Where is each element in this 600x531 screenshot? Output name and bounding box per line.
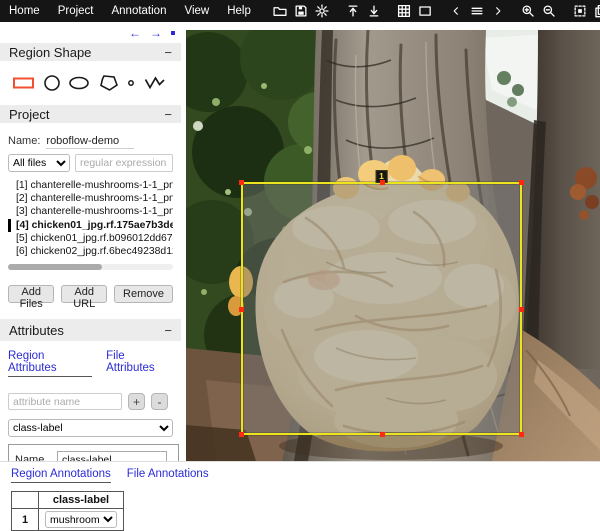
prev-image-arrow-icon[interactable]: ← <box>129 27 141 39</box>
image-grid-icon[interactable] <box>396 3 412 19</box>
region-handle-top-right[interactable] <box>519 180 524 185</box>
region-handle-bottom-right[interactable] <box>519 432 524 437</box>
table-index-header <box>12 492 39 509</box>
menu-annotation[interactable]: Annotation <box>102 5 175 17</box>
menu-home[interactable]: Home <box>0 5 49 17</box>
region-annotations-table: class-label 1 mushroom <box>11 491 124 531</box>
zoom-in-icon[interactable] <box>520 3 536 19</box>
file-list-item[interactable]: [3] chanterelle-mushrooms-1-1_png.rf.df7… <box>8 205 173 218</box>
region-shape-header[interactable]: Region Shape − <box>0 43 181 61</box>
shape-toolbar <box>0 61 181 105</box>
collapse-project-icon[interactable]: − <box>164 107 172 122</box>
next-image-icon[interactable] <box>490 3 506 19</box>
image-nav-row: ← → <box>0 22 181 43</box>
regex-filter-input[interactable] <box>75 154 173 172</box>
copy-regions-icon[interactable] <box>593 3 600 19</box>
file-list-hscrollbar[interactable] <box>8 264 173 270</box>
region-handle-middle-left[interactable] <box>239 307 244 312</box>
menu-help[interactable]: Help <box>218 5 260 17</box>
save-project-icon[interactable] <box>293 3 309 19</box>
rectangle-shape-icon[interactable] <box>12 74 36 92</box>
menu-bar: Home Project Annotation View Help <box>0 0 600 22</box>
tab-file-attributes[interactable]: File Attributes <box>106 350 173 377</box>
next-image-arrow-icon[interactable]: → <box>150 27 162 39</box>
region-handle-bottom-middle[interactable] <box>380 432 385 437</box>
nav-dot-icon <box>171 31 175 35</box>
tab-file-annotations[interactable]: File Annotations <box>127 468 209 483</box>
prev-image-icon[interactable] <box>448 3 464 19</box>
tab-region-annotations[interactable]: Region Annotations <box>11 468 111 483</box>
file-list-item[interactable]: [1] chanterelle-mushrooms-1-1_png.rf.2ae… <box>8 179 173 192</box>
project-name-value[interactable]: roboflow-demo <box>46 135 134 149</box>
region-shape-title: Region Shape <box>9 45 91 60</box>
attribute-name-label: Name <box>15 454 57 462</box>
select-all-regions-icon[interactable] <box>572 3 588 19</box>
add-attribute-button[interactable]: + <box>128 393 145 410</box>
top-toolbar <box>270 3 600 19</box>
left-sidebar: ← → Region Shape − Project − Name: robof… <box>0 22 181 461</box>
polyline-shape-icon[interactable] <box>143 74 167 92</box>
circle-shape-icon[interactable] <box>43 74 61 92</box>
point-shape-icon[interactable] <box>126 74 136 92</box>
collapse-attributes-icon[interactable]: − <box>164 323 172 338</box>
project-header[interactable]: Project − <box>0 105 181 123</box>
add-files-button[interactable]: Add Files <box>8 285 54 303</box>
file-list-item[interactable]: [5] chicken01_jpg.rf.b096012dd6734ed5e62 <box>8 232 173 245</box>
file-list-item[interactable]: [2] chanterelle-mushrooms-1-1_png.rf.357… <box>8 192 173 205</box>
ellipse-shape-icon[interactable] <box>68 74 90 92</box>
table-row: 1 mushroom <box>12 509 124 531</box>
file-list-item[interactable]: [6] chicken02_jpg.rf.6bec49238d12b0cf3d0… <box>8 245 173 258</box>
attributes-title: Attributes <box>9 323 64 338</box>
tab-region-attributes[interactable]: Region Attributes <box>8 350 92 377</box>
zoom-out-icon[interactable] <box>541 3 557 19</box>
table-class-label-header: class-label <box>39 492 124 509</box>
attributes-header[interactable]: Attributes − <box>0 319 181 341</box>
main-menu: Home Project Annotation View Help <box>0 5 260 17</box>
region-handle-top-middle[interactable] <box>380 180 385 185</box>
delete-attribute-button[interactable]: - <box>151 393 168 410</box>
region-row-index: 1 <box>12 509 39 531</box>
polygon-shape-icon[interactable] <box>97 73 119 93</box>
add-url-button[interactable]: Add URL <box>61 285 107 303</box>
project-name-label: Name: <box>8 135 40 147</box>
file-list[interactable]: [1] chanterelle-mushrooms-1-1_png.rf.2ae… <box>8 179 173 261</box>
menu-view[interactable]: View <box>175 5 218 17</box>
import-annotations-icon[interactable] <box>345 3 361 19</box>
attribute-select[interactable]: class-label <box>8 419 173 437</box>
region-handle-bottom-left[interactable] <box>239 432 244 437</box>
attribute-fields-box: Name Desc. <box>8 444 179 461</box>
settings-gear-icon[interactable] <box>314 3 330 19</box>
files-filter-select[interactable]: All files <box>8 154 70 172</box>
region-class-select[interactable]: mushroom <box>45 511 117 528</box>
region-handle-top-left[interactable] <box>239 180 244 185</box>
collapse-region-shape-icon[interactable]: − <box>164 45 172 60</box>
single-image-view-icon[interactable] <box>417 3 433 19</box>
attribute-name-value-input[interactable] <box>57 451 167 461</box>
project-title: Project <box>9 107 49 122</box>
annotations-panel: Region Annotations File Annotations clas… <box>0 461 600 527</box>
open-project-icon[interactable] <box>272 3 288 19</box>
menu-project[interactable]: Project <box>49 5 103 17</box>
annotation-canvas[interactable]: 1 <box>186 30 600 461</box>
attribute-name-input[interactable] <box>8 393 122 410</box>
export-annotations-icon[interactable] <box>366 3 382 19</box>
region-handle-middle-right[interactable] <box>519 307 524 312</box>
file-list-item-selected[interactable]: [4] chicken01_jpg.rf.175ae7b3deeec6aa7 <box>8 219 173 232</box>
region-box[interactable]: 1 <box>241 182 522 435</box>
image-list-icon[interactable] <box>469 3 485 19</box>
hscrollbar-thumb[interactable] <box>8 264 102 270</box>
remove-file-button[interactable]: Remove <box>114 285 173 303</box>
